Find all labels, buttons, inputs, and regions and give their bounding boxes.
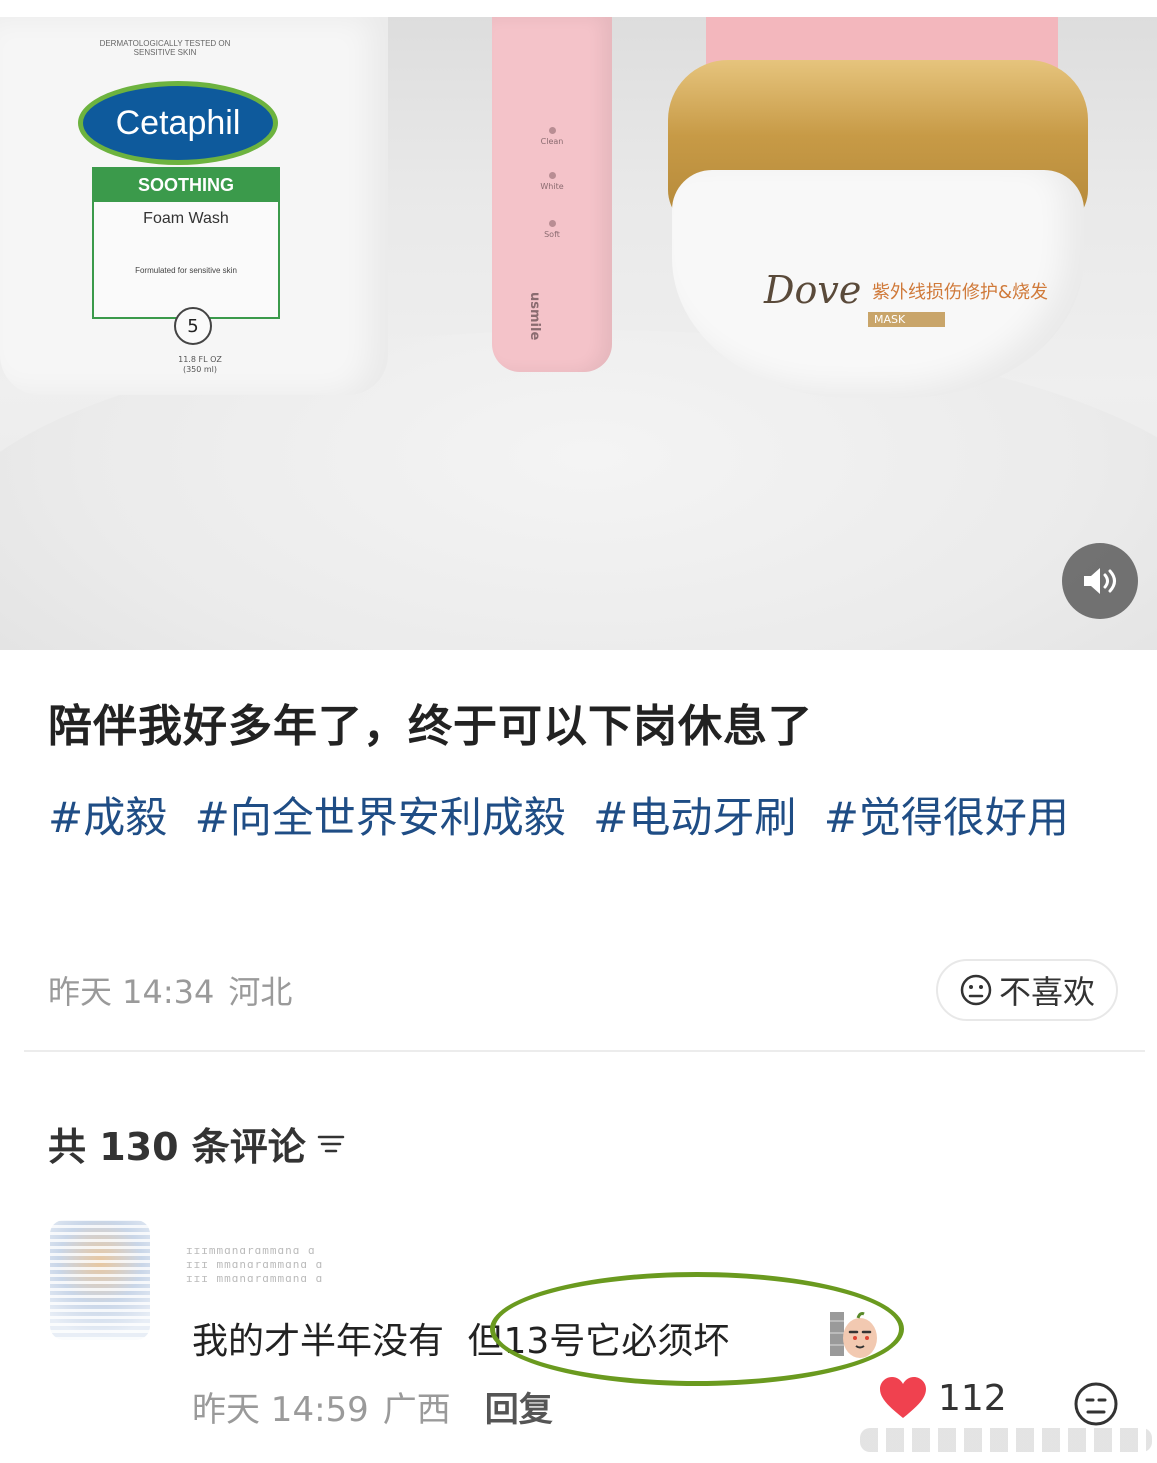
circle-icon — [548, 220, 556, 227]
brush-mode-white: White — [532, 172, 572, 191]
comment-count-label: 共 130 条评论 — [48, 1125, 306, 1169]
comment-meta: 昨天 14:59 广西 回复 — [192, 1382, 567, 1431]
sort-icon[interactable] — [316, 1131, 346, 1157]
comment-location: 广西 — [382, 1390, 451, 1430]
dislike-label: 不喜欢 — [998, 973, 1095, 1011]
cetaphil-badge: 5 — [174, 307, 212, 345]
dove-jar: Dove 紫外线损伤修护&烧发 MASK — [672, 170, 1084, 398]
tooth-icon — [548, 172, 556, 179]
reply-button[interactable]: 回复 — [485, 1390, 553, 1430]
sound-toggle-button[interactable] — [1062, 543, 1138, 619]
unhappy-face-icon[interactable] — [1072, 1380, 1120, 1428]
post-media-image[interactable]: DERMATOLOGICALLY TESTED ON SENSITIVE SKI… — [0, 0, 1157, 650]
username-line: ɪɪɪ mmɑnɑrɑmmɑnɑ ɑ — [186, 1272, 324, 1285]
cetaphil-soothing-text: SOOTHING — [94, 169, 278, 202]
drop-icon — [548, 127, 556, 134]
speaker-icon — [1084, 568, 1116, 594]
tag-link[interactable]: #成毅 — [48, 793, 167, 842]
post-title: 陪伴我好多年了，终于可以下岗休息了 — [48, 701, 813, 752]
comment-time: 昨天 14:59 — [192, 1390, 369, 1430]
cetaphil-label: SOOTHING Foam Wash Formulated for sensit… — [92, 167, 280, 319]
avatar[interactable] — [50, 1220, 150, 1340]
comment-count-header: 共 130 条评论 — [48, 1116, 346, 1171]
cetaphil-volume-text: 11.8 FL OZ (350 ml) — [178, 355, 222, 374]
post-meta: 昨天 14:34 河北 — [48, 967, 306, 1013]
post-time: 昨天 14:34 — [48, 973, 215, 1011]
cetaphil-tested-text: DERMATOLOGICALLY TESTED ON SENSITIVE SKI… — [99, 39, 231, 57]
toothbrush: Clean White Soft usmile — [492, 17, 612, 372]
username-line: ɪɪɪ mmɑnɑrɑmmɑnɑ ɑ — [186, 1258, 324, 1271]
comment-username[interactable]: ɪɪɪmmɑnɑrɑmmɑnɑ ɑ ɪɪɪ mmɑnɑrɑmmɑnɑ ɑ ɪɪɪ… — [186, 1244, 323, 1286]
cetaphil-product-text: Foam Wash — [143, 210, 229, 227]
divider — [24, 1050, 1145, 1052]
brush-mode-clean: Clean — [532, 127, 572, 146]
post-location: 河北 — [228, 973, 293, 1011]
highlight-ring — [490, 1272, 904, 1386]
brush-brand-text: usmile — [527, 292, 542, 341]
username-line: ɪɪɪmmɑnɑrɑmmɑnɑ ɑ — [186, 1244, 316, 1257]
cetaphil-brand-text: Cetaphil — [115, 103, 241, 142]
tag-link[interactable]: #电动牙刷 — [593, 793, 796, 842]
cetaphil-bottle: DERMATOLOGICALLY TESTED ON SENSITIVE SKI… — [0, 17, 388, 395]
like-button[interactable]: 112 — [878, 1376, 1007, 1420]
like-count: 112 — [938, 1377, 1007, 1419]
unhappy-face-icon — [960, 974, 992, 1006]
tag-list: #成毅 #向全世界安利成毅 #电动牙刷 #觉得很好用 — [48, 788, 1128, 848]
dove-brand-text: Dove — [764, 268, 862, 312]
brush-mode-soft: Soft — [532, 220, 572, 239]
heart-icon — [880, 1377, 926, 1418]
cetaphil-logo: Cetaphil — [78, 81, 278, 165]
cetaphil-formulated-text: Formulated for sensitive skin — [135, 266, 237, 275]
watermark — [860, 1428, 1152, 1452]
dove-cn-text: 紫外线损伤修护&烧发 — [872, 282, 1049, 303]
top-strip — [0, 0, 1157, 17]
tag-link[interactable]: #觉得很好用 — [824, 793, 1069, 842]
dove-mask-text: MASK — [868, 312, 946, 327]
dislike-button[interactable]: 不喜欢 — [936, 959, 1118, 1021]
tag-link[interactable]: #向全世界安利成毅 — [195, 793, 566, 842]
comment-text-part: 我的才半年没有 — [192, 1321, 445, 1362]
